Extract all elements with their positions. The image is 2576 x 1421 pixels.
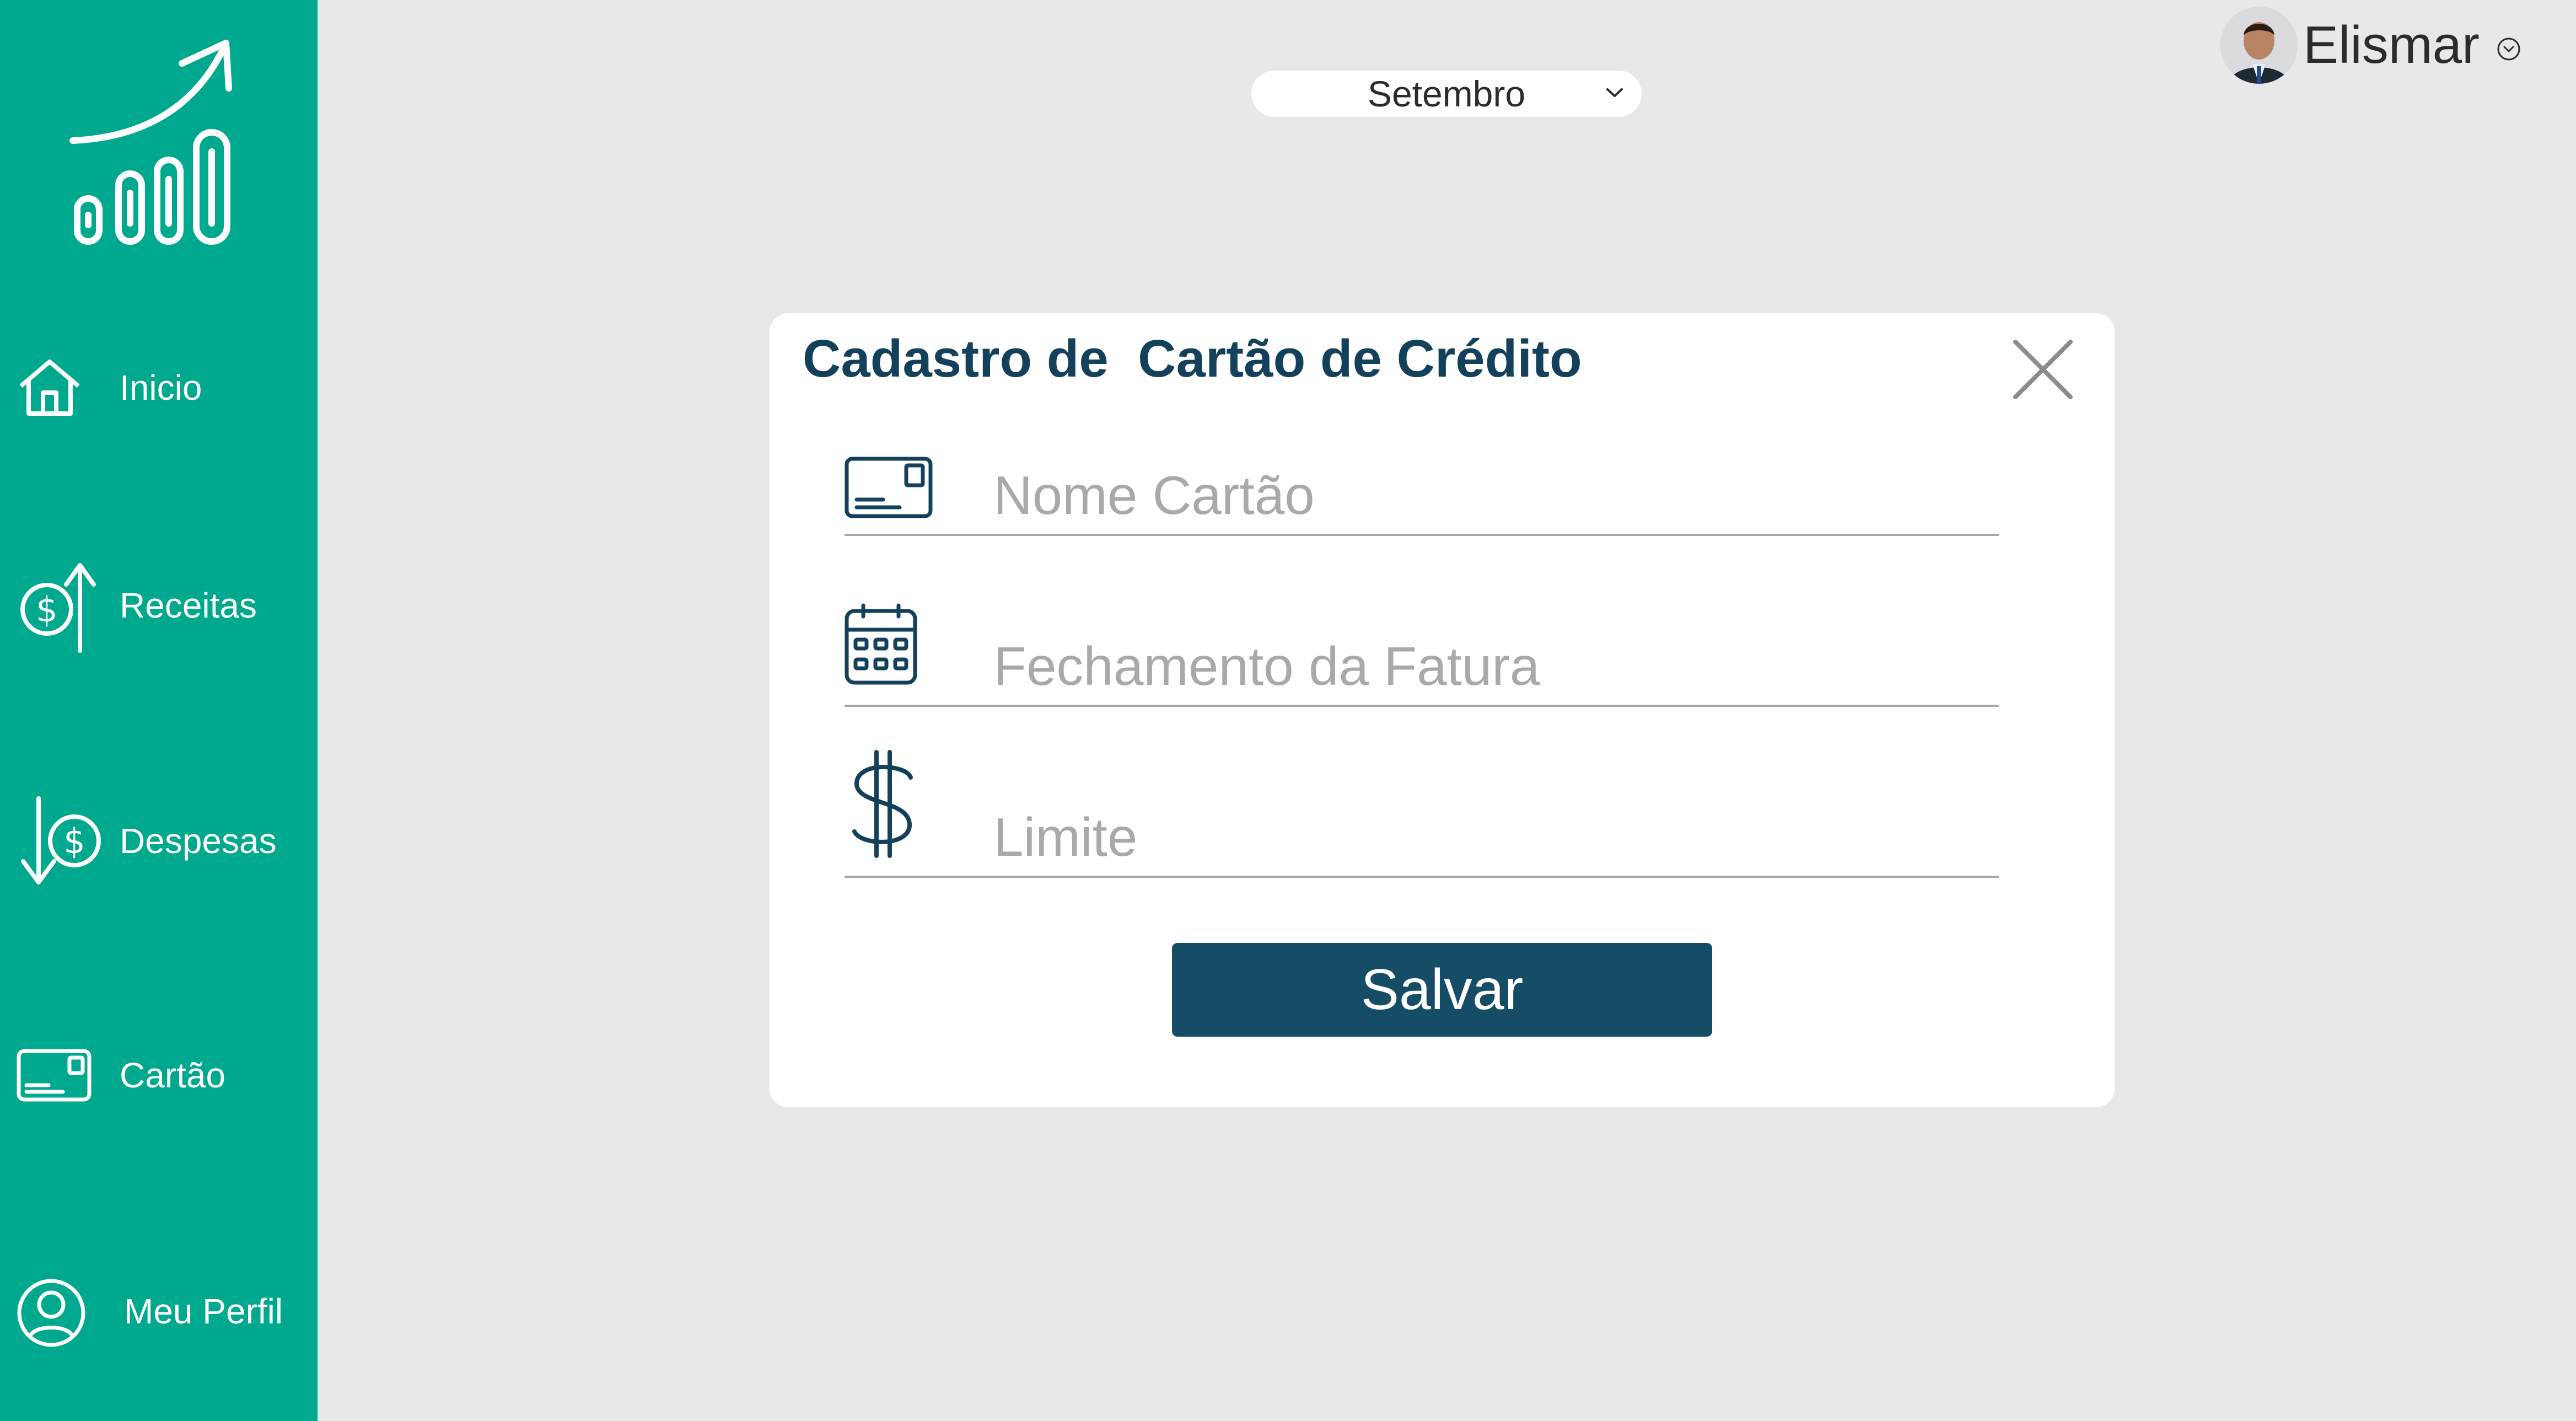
user-menu[interactable]: Elismar	[2220, 7, 2529, 84]
month-select[interactable]: Setembro	[1251, 71, 1642, 117]
limit-input[interactable]	[993, 804, 1999, 870]
close-button[interactable]	[2011, 337, 2075, 401]
limit-field	[845, 746, 1999, 878]
card-name-field	[845, 457, 1999, 536]
svg-text:$: $	[63, 821, 85, 861]
sidebar-item-label: Inicio	[120, 368, 202, 407]
sidebar-item-label: Receitas	[120, 586, 257, 625]
dollar-icon	[845, 746, 922, 862]
divider	[845, 876, 1999, 878]
sidebar-item-despesas[interactable]: $ Despesas	[0, 786, 318, 896]
credit-card-icon	[17, 1049, 92, 1104]
user-profile-icon	[17, 1278, 86, 1350]
home-icon	[17, 357, 83, 421]
sidebar-item-label: Meu Perfil	[124, 1291, 283, 1331]
dialog-title: Cadastro de Cartão de Crédito	[803, 329, 1582, 388]
expense-icon: $	[17, 794, 105, 891]
invoice-closing-input[interactable]	[993, 633, 1999, 699]
month-label: Setembro	[1367, 73, 1526, 114]
user-name: Elismar	[2303, 15, 2480, 74]
divider	[845, 705, 1999, 707]
income-icon: $	[17, 560, 105, 656]
chevron-down-icon	[1605, 86, 1624, 102]
sidebar-item-receitas[interactable]: $ Receitas	[0, 550, 318, 661]
avatar[interactable]	[2220, 7, 2298, 84]
sidebar-item-label: Despesas	[120, 821, 277, 861]
growth-chart-icon	[66, 33, 243, 254]
sidebar-item-inicio[interactable]: Inicio	[0, 333, 318, 443]
divider	[845, 534, 1999, 536]
sidebar-item-cartao[interactable]: Cartão	[0, 1020, 318, 1130]
card-name-input[interactable]	[993, 462, 1999, 528]
sidebar-item-label: Cartão	[120, 1055, 226, 1095]
credit-card-icon	[845, 457, 933, 521]
close-icon	[2013, 340, 2073, 399]
chevron-down-circle-icon	[2496, 36, 2521, 65]
svg-text:$: $	[36, 589, 57, 630]
sidebar-item-meu-perfil[interactable]: Meu Perfil	[0, 1256, 318, 1366]
credit-card-registration-dialog: Cadastro de Cartão de Crédito Nome Cartã…	[770, 313, 2115, 1107]
save-button[interactable]: Salvar	[1172, 943, 1712, 1037]
calendar-icon	[845, 603, 917, 688]
sidebar: Inicio $ Receitas $ Despesas Cartão Meu …	[0, 0, 318, 1421]
invoice-closing-field	[845, 603, 1999, 707]
